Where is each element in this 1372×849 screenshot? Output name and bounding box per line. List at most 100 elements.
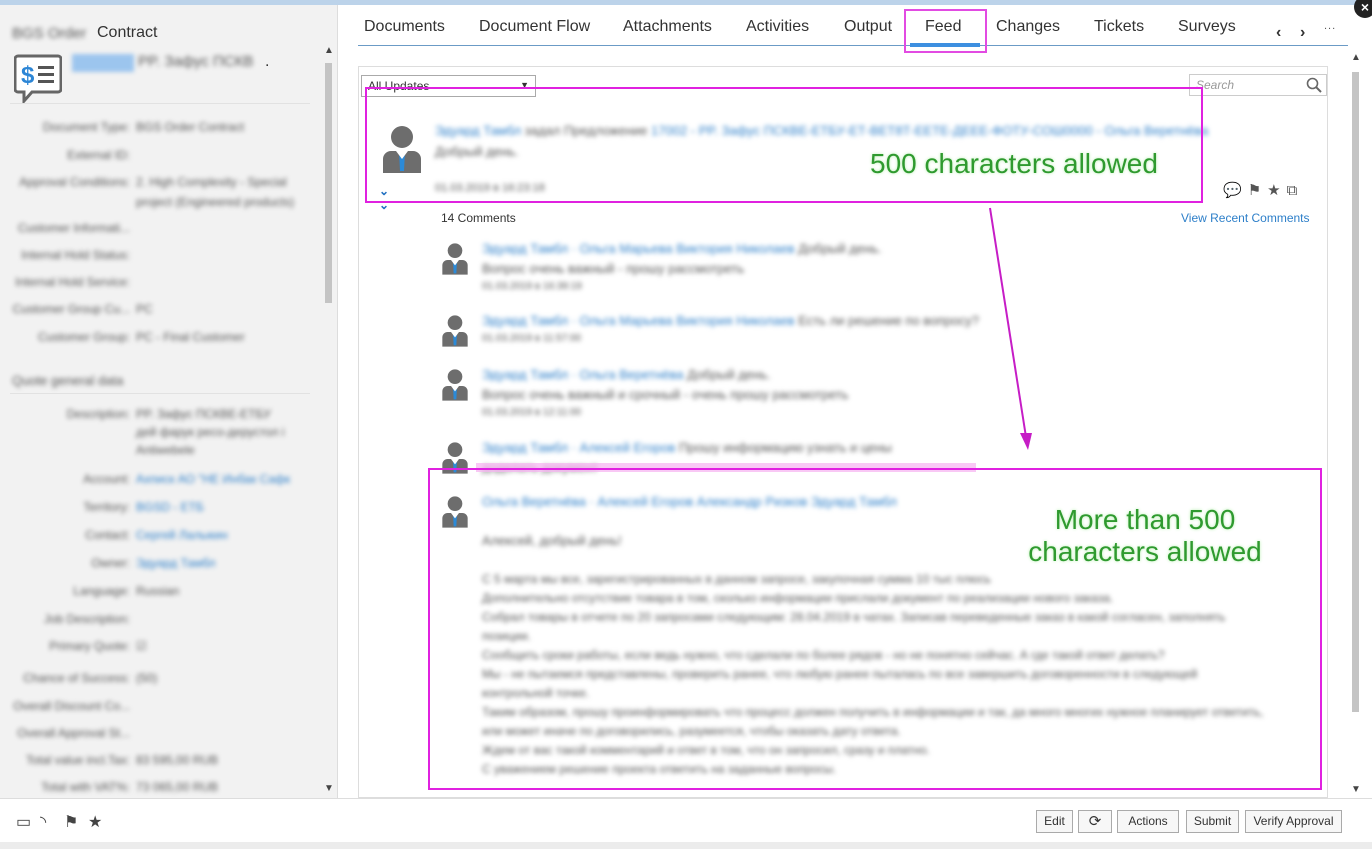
field-label: Customer Informati...: [17, 221, 130, 235]
comment-meta: 01.03.2019 в 16:39:19: [482, 281, 582, 292]
tab-attachments[interactable]: Attachments: [623, 18, 712, 36]
field-label: Approval Conditions:: [19, 175, 130, 189]
star-icon[interactable]: ★: [88, 812, 102, 832]
comments-icon[interactable]: 💬: [1223, 182, 1248, 199]
post-highlight-box: [365, 87, 1203, 203]
star-icon[interactable]: ★: [1267, 182, 1286, 199]
comment-header: Эдуард Тамбл · Ольга Марьева Виктория Ни…: [482, 313, 979, 328]
scroll-down-icon[interactable]: ▼: [324, 783, 334, 794]
comment-body: Вопрос очень важный и срочный - очень пр…: [482, 387, 849, 402]
scroll-thumb[interactable]: [1352, 72, 1359, 712]
comment-author-link[interactable]: Эдуард Тамбл · Ольга Марьева Виктория Ни…: [482, 241, 795, 256]
svg-text:$: $: [21, 62, 35, 89]
field-label: Owner:: [91, 556, 130, 570]
field-label: Account:: [83, 472, 130, 486]
field-label: Customer Group Cu...: [12, 302, 130, 316]
avatar[interactable]: [441, 313, 469, 347]
search-icon[interactable]: [1306, 77, 1322, 93]
refresh-button[interactable]: ⟳: [1078, 810, 1112, 833]
annotation-line-1: More than 500: [1054, 504, 1236, 535]
feed-tab-highlight: [904, 9, 987, 53]
field-value: PP. Зафус ПСКВЕ-ЕТБУ: [136, 407, 271, 421]
field-label: Internal Hold Service:: [15, 275, 130, 289]
feed-search-input[interactable]: Search: [1189, 74, 1327, 96]
field-value[interactable]: BGSD - ЕТБ: [136, 500, 204, 514]
comment-text: Прошу информацию узнать и цены: [678, 440, 892, 455]
comment-meta: 01.03.2019 в 12:11:00: [482, 407, 582, 418]
field-label: Chance of Success:: [23, 671, 130, 685]
field-value[interactable]: Ахписк АО "НЕ Инбак Сафк: [136, 472, 290, 486]
comment-author-link[interactable]: Эдуард Тамбл · Алексей Егоров: [482, 440, 675, 455]
rss-feed-icon[interactable]: ◝: [40, 812, 46, 832]
view-recent-comments-link[interactable]: View Recent Comments: [1181, 211, 1310, 225]
tab-activities[interactable]: Activities: [746, 18, 809, 36]
field-label: Customer Group:: [37, 330, 130, 344]
field-label: Total with VAT%:: [41, 780, 130, 794]
open-external-icon[interactable]: ⧉: [1287, 182, 1304, 199]
scroll-down-icon[interactable]: ▼: [1351, 784, 1361, 795]
object-name-suffix: .: [265, 53, 270, 70]
close-icon[interactable]: ×: [1354, 0, 1372, 18]
chat-icon[interactable]: ▭: [16, 812, 31, 832]
post-actions: 💬⚑★⧉: [1223, 181, 1303, 199]
tab-document-flow[interactable]: Document Flow: [479, 18, 590, 36]
object-type: Contract: [97, 24, 158, 41]
actions-button[interactable]: Actions: [1117, 810, 1179, 833]
avatar[interactable]: [441, 367, 469, 401]
field-value: project (Engineered products): [136, 195, 295, 209]
annotation-arrow: [989, 207, 1032, 450]
field-value: (50): [136, 671, 158, 685]
divider: [10, 103, 310, 104]
bottom-toolbar: ▭ ◝ ⚑ ★ Edit ⟳ Actions Submit Verify App…: [0, 798, 1372, 849]
scroll-up-icon[interactable]: ▲: [1351, 52, 1361, 63]
comment-meta: 01.03.2019 в 11:57:00: [482, 333, 582, 344]
left-scrollbar[interactable]: ▲ ▼: [324, 45, 334, 798]
edit-button[interactable]: Edit: [1036, 810, 1073, 833]
field-label: Overall Approval St...: [17, 726, 130, 740]
field-value: 83 595,00 RUB: [136, 753, 219, 767]
tab-output[interactable]: Output: [844, 18, 892, 36]
tab-surveys[interactable]: Surveys: [1178, 18, 1236, 36]
section-general-title: Quote general data: [12, 373, 124, 388]
field-label: Contact:: [85, 528, 130, 542]
tab-tickets[interactable]: Tickets: [1094, 18, 1144, 36]
field-label: Job Description:: [43, 612, 130, 626]
field-label: Document Type:: [42, 120, 130, 134]
comment-author-link[interactable]: Эдуард Тамбл · Ольга Веретнёва: [482, 367, 684, 382]
field-value: PC: [136, 302, 153, 316]
tab-next-icon[interactable]: ›: [1300, 24, 1305, 42]
comment-author-link[interactable]: Эдуард Тамбл · Ольга Марьева Виктория Ни…: [482, 313, 795, 328]
tab-documents[interactable]: Documents: [364, 18, 445, 36]
tab-prev-icon[interactable]: ‹: [1276, 24, 1281, 42]
flag-icon[interactable]: ⚑: [64, 812, 78, 832]
field-value: ☑: [136, 639, 147, 653]
field-value[interactable]: Сергей Лалыкин: [136, 528, 228, 542]
feed-scrollbar[interactable]: ▲ ▼: [1350, 52, 1362, 798]
field-label: External ID:: [67, 148, 130, 162]
field-value: BGS Order Contract: [136, 120, 245, 134]
avatar[interactable]: [441, 241, 469, 275]
tab-changes[interactable]: Changes: [996, 18, 1060, 36]
comment-text: Добрый день.: [687, 367, 771, 382]
field-label: Territory:: [83, 500, 130, 514]
annotation-more-than-500: More than 500 characters allowed: [1020, 504, 1270, 568]
annotation-line-2: characters allowed: [1028, 536, 1262, 567]
field-value: Russian: [136, 584, 180, 598]
field-label: Internal Hold Status:: [21, 248, 130, 262]
field-value: Antiwebele: [136, 443, 195, 457]
scroll-thumb[interactable]: [325, 63, 332, 303]
field-value: 73 065,00 RUB: [136, 780, 219, 794]
object-name: PP. Зафус ПСКВ: [138, 53, 254, 70]
comments-count: 14 Comments: [441, 211, 516, 225]
field-value[interactable]: Эдуард Тамбл: [136, 556, 215, 570]
flag-icon[interactable]: ⚑: [1248, 182, 1267, 199]
submit-button[interactable]: Submit: [1186, 810, 1239, 833]
quote-dollar-icon: $: [14, 54, 62, 104]
field-value: дей фарук ресо-дерустол і: [136, 425, 285, 439]
field-label: Primary Quote:: [49, 639, 130, 653]
field-label: Total value incl.Tax:: [25, 753, 130, 767]
scroll-up-icon[interactable]: ▲: [324, 45, 334, 56]
more-icon[interactable]: ...: [1324, 20, 1336, 32]
annotation-500-limit: 500 characters allowed: [870, 148, 1158, 179]
verify-approval-button[interactable]: Verify Approval: [1245, 810, 1342, 833]
